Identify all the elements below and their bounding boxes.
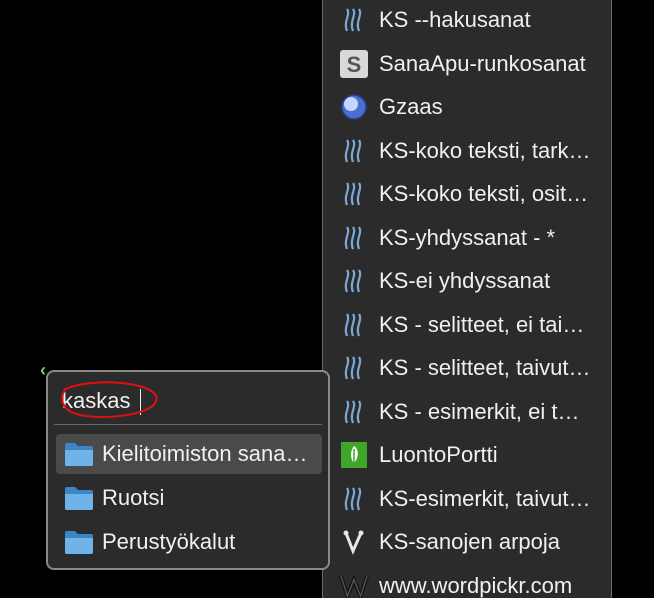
engine-item-label: KS-yhdyssanat - *: [379, 224, 556, 250]
engine-item[interactable]: www.wordpickr.com: [339, 566, 601, 598]
engine-item[interactable]: KS-ei yhdyssanat: [339, 261, 601, 301]
engine-item-label: KS-esimerkit, taivutus: [379, 485, 591, 511]
ks-wave-icon: [339, 484, 369, 514]
engine-item[interactable]: KS - selitteet, taivutus: [339, 348, 601, 388]
folder-item-label: Ruotsi: [102, 485, 165, 510]
folder-popup: ‹ kaskas Kielitoimiston sanakirja Ruotsi P…: [40, 360, 330, 570]
folder-item[interactable]: Kielitoimiston sanakirja: [56, 434, 322, 474]
engine-item-label: www.wordpickr.com: [379, 572, 573, 598]
v-logo-icon: [339, 527, 369, 557]
engine-item-label: SanaApu-runkosanat: [379, 50, 586, 76]
engine-item-label: KS - selitteet, ei taivutus: [379, 311, 591, 337]
text-caret: [140, 389, 141, 415]
engine-item[interactable]: Gzaas: [339, 87, 601, 127]
engine-item-label: KS-koko teksti, tarkka: [379, 137, 591, 163]
ks-wave-icon: [339, 266, 369, 296]
ks-wave-icon: [339, 397, 369, 427]
engine-item[interactable]: KS-esimerkit, taivutus: [339, 479, 601, 519]
engine-item-label: Gzaas: [379, 94, 443, 119]
engine-item[interactable]: S SanaApu-runkosanat: [339, 44, 601, 84]
engine-item-label: KS - selitteet, taivutus: [379, 355, 591, 380]
folder-item-label: Perustyökalut: [102, 529, 236, 554]
popup-arrow-icon: ‹: [40, 360, 46, 380]
engine-item[interactable]: KS - esimerkit, ei taivutus: [339, 392, 601, 432]
engine-item[interactable]: KS --hakusanat: [339, 0, 601, 40]
search-engine-menu: KS --hakusanat S SanaApu-runkosanat Gzaas KS…: [322, 0, 612, 598]
folder-icon: [64, 441, 94, 467]
popup-divider: [54, 424, 322, 425]
engine-item[interactable]: KS - selitteet, ei taivutus: [339, 305, 601, 345]
engine-item-label: KS-koko teksti, osittainen: [379, 181, 591, 206]
engine-item[interactable]: LuontoPortti: [339, 435, 601, 475]
search-input[interactable]: kaskas: [62, 388, 130, 414]
s-logo-icon: S: [339, 49, 369, 79]
engine-item-label: KS-sanojen arpoja: [379, 529, 561, 554]
luontoportti-icon: [339, 440, 369, 470]
folder-icon: [64, 485, 94, 511]
folder-item-label: Kielitoimiston sanakirja: [102, 441, 316, 466]
screen: KS --hakusanat S SanaApu-runkosanat Gzaas KS…: [0, 0, 654, 598]
engine-item[interactable]: KS-koko teksti, tarkka: [339, 131, 601, 171]
folder-item[interactable]: Perustyökalut: [56, 522, 322, 562]
engine-item-label: KS --hakusanat: [379, 7, 531, 32]
ks-wave-icon: [339, 223, 369, 253]
ks-wave-icon: [339, 179, 369, 209]
engine-item-label: KS - esimerkit, ei taivutus: [379, 398, 591, 424]
engine-item[interactable]: KS-yhdyssanat - *: [339, 218, 601, 258]
ks-wave-icon: [339, 353, 369, 383]
ks-wave-icon: [339, 136, 369, 166]
engine-item-label: LuontoPortti: [379, 442, 498, 467]
engine-item-label: KS-ei yhdyssanat: [379, 268, 551, 293]
folder-item[interactable]: Ruotsi: [56, 478, 322, 518]
globe-icon: [339, 92, 369, 122]
engine-item[interactable]: KS-sanojen arpoja: [339, 522, 601, 562]
engine-item[interactable]: KS-koko teksti, osittainen: [339, 174, 601, 214]
folder-icon: [64, 529, 94, 555]
ks-wave-icon: [339, 5, 369, 35]
wordpickr-icon: [339, 571, 369, 598]
svg-text:S: S: [347, 52, 362, 77]
ks-wave-icon: [339, 310, 369, 340]
